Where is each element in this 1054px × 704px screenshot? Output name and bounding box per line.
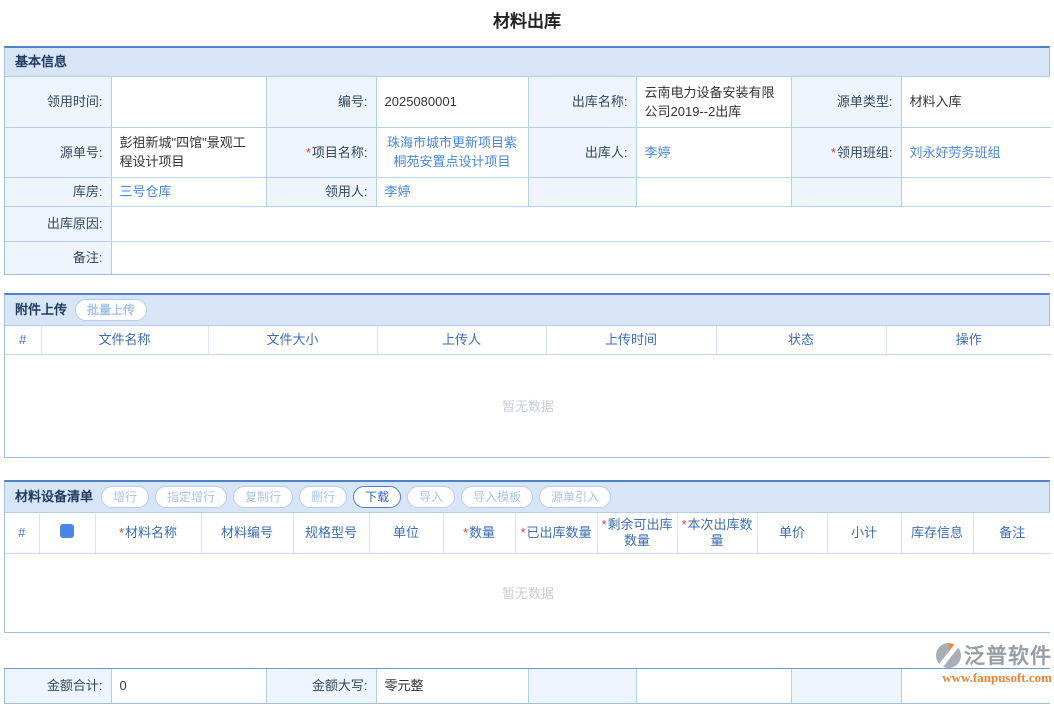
basic-info-section-title: 基本信息 [5, 48, 1049, 77]
attachment-col-index: # [5, 326, 41, 354]
label-team: *领用班组: [791, 127, 901, 177]
add-row-button[interactable]: 增行 [101, 486, 149, 508]
select-all-checkbox[interactable] [60, 524, 74, 538]
empty-label-cell [528, 669, 636, 703]
label-reason: 出库原因: [5, 206, 111, 241]
amount-words-value: 零元整 [376, 669, 528, 703]
attachment-col-uploader: 上传人 [377, 326, 546, 354]
amount-total-label: 金额合计: [5, 669, 111, 703]
empty-label-cell [791, 177, 901, 206]
required-marker: * [119, 525, 124, 540]
materials-section-title: 材料设备清单 [15, 487, 93, 507]
required-marker: * [831, 145, 836, 160]
attachment-col-upload-time: 上传时间 [546, 326, 716, 354]
basic-info-section: 基本信息 领用时间: 编号: 2025080001 出库名称: 云南电力设备安装… [4, 46, 1050, 275]
empty-value-cell [901, 669, 1051, 703]
source-import-button[interactable]: 源单引入 [539, 486, 611, 508]
attachment-col-actions: 操作 [886, 326, 1051, 354]
materials-col-remaining-quantity-text: 剩余可出库数量 [608, 517, 673, 548]
materials-col-spec-model: 规格型号 [293, 513, 369, 554]
copy-row-button[interactable]: 复制行 [233, 486, 293, 508]
attachment-col-file-name: 文件名称 [41, 326, 208, 354]
value-remark [111, 241, 1051, 274]
batch-upload-button[interactable]: 批量上传 [75, 299, 147, 321]
label-warehouse: 库房: [5, 177, 111, 206]
materials-table: # *材料名称 材料编号 规格型号 单位 *数量 *已出库数量 *剩余可出库数量… [5, 513, 1051, 632]
value-number: 2025080001 [376, 77, 528, 127]
materials-section: 材料设备清单 增行 指定增行 复制行 删行 下载 导入 导入模板 源单引入 # … [4, 480, 1050, 633]
value-source-number: 彭祖新城"四馆"景观工程设计项目 [111, 127, 266, 177]
basic-info-table: 领用时间: 编号: 2025080001 出库名称: 云南电力设备安装有限公司2… [5, 77, 1051, 274]
attachment-col-file-size: 文件大小 [208, 326, 377, 354]
required-marker: * [306, 145, 311, 160]
amount-words-label: 金额大写: [266, 669, 376, 703]
materials-col-stock-info: 库存信息 [901, 513, 973, 554]
label-issuer: 出库人: [528, 127, 636, 177]
materials-empty-text: 暂无数据 [5, 554, 1051, 632]
label-project-name-text: 项目名称: [312, 145, 368, 160]
amount-total-value: 0 [111, 669, 266, 703]
materials-col-material-name-text: 材料名称 [125, 525, 177, 540]
recipient-link[interactable]: 李婷 [385, 184, 411, 199]
materials-col-subtotal: 小计 [827, 513, 901, 554]
label-outbound-name: 出库名称: [528, 77, 636, 127]
value-reason [111, 206, 1051, 241]
import-template-button[interactable]: 导入模板 [461, 486, 533, 508]
materials-col-select [39, 513, 95, 554]
download-button[interactable]: 下载 [353, 486, 401, 508]
required-marker: * [520, 525, 525, 540]
assigned-add-row-button[interactable]: 指定增行 [155, 486, 227, 508]
required-marker: * [681, 517, 686, 532]
materials-col-current-outbound-quantity: *本次出库数量 [677, 513, 757, 554]
materials-col-current-outbound-quantity-text: 本次出库数量 [688, 517, 753, 548]
materials-col-material-code: 材料编号 [201, 513, 293, 554]
materials-col-unit-price: 单价 [757, 513, 827, 554]
empty-label-cell [528, 177, 636, 206]
label-project-name: *项目名称: [266, 127, 376, 177]
required-marker: * [601, 517, 606, 532]
summary-table: 金额合计: 0 金额大写: 零元整 [5, 669, 1051, 703]
issuer-link[interactable]: 李婷 [645, 145, 671, 160]
attachment-section-title: 附件上传 [15, 300, 67, 320]
value-source-type: 材料入库 [901, 77, 1051, 127]
materials-col-quantity-text: 数量 [469, 525, 495, 540]
label-team-text: 领用班组: [837, 145, 893, 160]
page-title: 材料出库 [0, 0, 1054, 46]
empty-label-cell [791, 669, 901, 703]
warehouse-link[interactable]: 三号仓库 [120, 184, 172, 199]
label-remark: 备注: [5, 241, 111, 274]
materials-col-issued-quantity-text: 已出库数量 [527, 525, 592, 540]
attachment-empty-text: 暂无数据 [5, 354, 1051, 457]
project-name-link[interactable]: 珠海市城市更新项目紫桐苑安置点设计项目 [387, 135, 517, 169]
fanpu-logo-icon [936, 643, 961, 668]
label-source-type: 源单类型: [791, 77, 901, 127]
materials-col-quantity: *数量 [443, 513, 515, 554]
value-requisition-time [111, 77, 266, 127]
materials-col-index: # [5, 513, 39, 554]
materials-col-material-name: *材料名称 [95, 513, 201, 554]
empty-value-cell [901, 177, 1051, 206]
required-marker: * [463, 525, 468, 540]
label-recipient: 领用人: [266, 177, 376, 206]
attachment-table: # 文件名称 文件大小 上传人 上传时间 状态 操作 暂无数据 [5, 326, 1051, 457]
value-outbound-name: 云南电力设备安装有限公司2019--2出库 [636, 77, 791, 127]
fanpu-brand-text: 泛普软件 [964, 640, 1052, 670]
delete-row-button[interactable]: 删行 [299, 486, 347, 508]
empty-value-cell [636, 669, 791, 703]
attachment-section: 附件上传 批量上传 # 文件名称 文件大小 上传人 上传时间 状态 操作 暂无数… [4, 293, 1050, 458]
materials-toolbar: 增行 指定增行 复制行 删行 下载 导入 导入模板 源单引入 [101, 486, 611, 508]
team-link[interactable]: 刘永好劳务班组 [910, 145, 1001, 160]
materials-col-remark: 备注 [973, 513, 1051, 554]
import-button[interactable]: 导入 [407, 486, 455, 508]
materials-col-unit: 单位 [369, 513, 443, 554]
label-source-number: 源单号: [5, 127, 111, 177]
materials-col-issued-quantity: *已出库数量 [515, 513, 597, 554]
attachment-col-status: 状态 [716, 326, 886, 354]
label-number: 编号: [266, 77, 376, 127]
materials-col-remaining-quantity: *剩余可出库数量 [597, 513, 677, 554]
summary-section: 金额合计: 0 金额大写: 零元整 [4, 668, 1050, 704]
label-requisition-time: 领用时间: [5, 77, 111, 127]
empty-value-cell [636, 177, 791, 206]
